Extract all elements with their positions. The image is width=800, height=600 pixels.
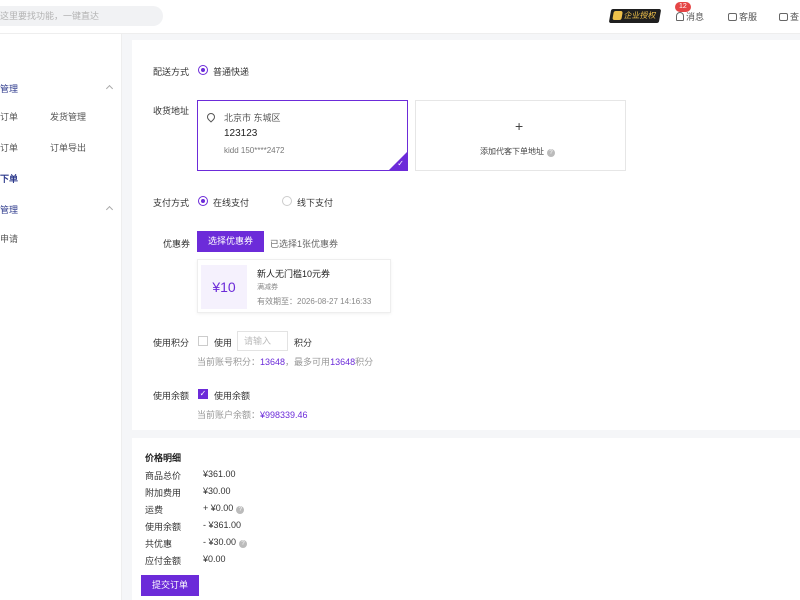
sidebar-item-orders[interactable]: 订单 [0,110,18,123]
price-row-value: ¥361.00 [203,469,236,479]
balance-hint: 当前账户余额：¥998339.46 [197,408,308,421]
coupon-title: 新人无门槛10元券 [257,269,331,279]
more-link[interactable]: 查 [779,10,799,23]
delivery-option[interactable]: 普通快递 [213,65,249,78]
price-title: 价格明细 [145,453,182,463]
service-label: 客服 [739,12,758,22]
balance-amount: ¥998339.46 [260,410,308,420]
address-detail: 123123 [224,128,258,139]
address-contact: kidd 150****2472 [224,146,285,155]
balance-hint-prefix: 当前账户余额： [197,410,261,420]
pay-offline-radio[interactable] [282,196,292,206]
window-icon [779,13,788,21]
chevron-up-icon[interactable] [105,205,114,214]
address-card-selected[interactable]: 北京市 东城区 123123 kidd 150****2472 ✓ [197,100,408,171]
price-row-label: 共优惠 [145,539,173,549]
delivery-label: 配送方式 [153,67,190,77]
address-label: 收货地址 [153,106,190,116]
top-bar: 这里要找功能，一键直达 企业授权 消息 12 客服 查 [0,0,800,34]
shipping-value: + ¥0.00 [203,503,234,513]
points-hint-prefix: 当前账号积分： [197,357,261,367]
price-row-value: - ¥30.00? [203,537,248,548]
use-points-label[interactable]: 使用 [214,336,232,349]
help-icon[interactable]: ? [239,540,248,548]
points-hint-suffix: 积分 [355,357,374,367]
price-row-label: 使用余额 [145,522,182,532]
sidebar-group-1[interactable]: 管理 [0,82,18,95]
location-pin-icon [205,111,217,123]
select-coupon-button[interactable]: 选择优惠券 [197,231,264,252]
plus-icon: + [515,118,524,134]
points-label: 使用积分 [153,338,190,348]
address-region: 北京市 东城区 [224,113,281,123]
price-row-label: 应付金额 [145,556,182,566]
sidebar-group-2[interactable]: 管理 [0,203,18,216]
chat-icon [728,13,737,21]
coupon-card[interactable]: ¥10 新人无门槛10元券 满减券 有效期至：2026-08-27 14:16:… [197,259,391,313]
sidebar-item-orders-2[interactable]: 订单 [0,141,18,154]
price-detail-card [132,438,800,600]
payable-amount: ¥0.00 [203,554,226,564]
price-row-label: 商品总价 [145,471,182,481]
price-row-label: 附加费用 [145,488,182,498]
coupon-selected-text: 已选择1张优惠券 [270,239,339,249]
points-input[interactable]: 请输入 [237,331,288,351]
more-label: 查 [790,12,800,22]
submit-order-button[interactable]: 提交订单 [141,575,199,596]
price-row-value: + ¥0.00? [203,503,245,514]
add-address-text: 添加代客下单地址 [480,147,544,156]
help-icon[interactable]: ? [547,149,555,157]
chevron-up-icon[interactable] [105,84,114,93]
payment-label: 支付方式 [153,198,190,208]
sidebar-item-place-order[interactable]: 下单 [0,172,18,185]
sidebar: 管理 订单 发货管理 订单 订单导出 下单 管理 申请 [0,34,122,600]
coupon-label: 优惠券 [163,239,191,249]
use-balance-label[interactable]: 使用余额 [214,389,250,402]
points-hint: 当前账号积分：13648，最多可用13648积分 [197,355,373,368]
pay-offline-label[interactable]: 线下支付 [297,196,333,209]
sidebar-item-apply[interactable]: 申请 [0,232,18,245]
use-points-checkbox[interactable] [198,336,208,346]
pay-online-label[interactable]: 在线支付 [213,196,249,209]
sidebar-item-export[interactable]: 订单导出 [50,141,86,154]
add-address-label: 添加代客下单地址? [480,146,555,157]
balance-label: 使用余额 [153,391,190,401]
add-address-card[interactable]: + 添加代客下单地址? [415,100,626,171]
service-link[interactable]: 客服 [728,10,757,23]
points-current: 13648 [260,357,286,367]
search-input[interactable]: 这里要找功能，一键直达 [0,6,163,26]
sidebar-item-shipping[interactable]: 发货管理 [50,110,86,123]
price-row-value: - ¥361.00 [203,520,242,530]
bell-icon [676,12,684,21]
price-row-value: ¥30.00 [203,486,231,496]
check-icon: ✓ [397,159,404,168]
points-unit: 积分 [294,338,313,348]
price-row-label: 运费 [145,505,164,515]
use-balance-checkbox[interactable]: ✓ [198,389,208,399]
crown-icon [612,11,623,20]
help-icon[interactable]: ? [236,506,245,514]
points-max: 13648 [330,357,356,367]
delivery-radio[interactable] [198,65,208,75]
pay-online-radio[interactable] [198,196,208,206]
enterprise-badge[interactable]: 企业授权 [608,9,662,23]
coupon-expiry: 有效期至：2026-08-27 14:16:33 [257,297,372,306]
discount-value: - ¥30.00 [203,537,237,547]
messages-label: 消息 [686,12,705,22]
enterprise-badge-label: 企业授权 [623,11,657,20]
points-hint-mid: ，最多可用 [285,357,331,367]
coupon-type: 满减券 [257,284,278,291]
notification-count: 12 [675,2,691,12]
coupon-value: ¥10 [201,265,247,309]
